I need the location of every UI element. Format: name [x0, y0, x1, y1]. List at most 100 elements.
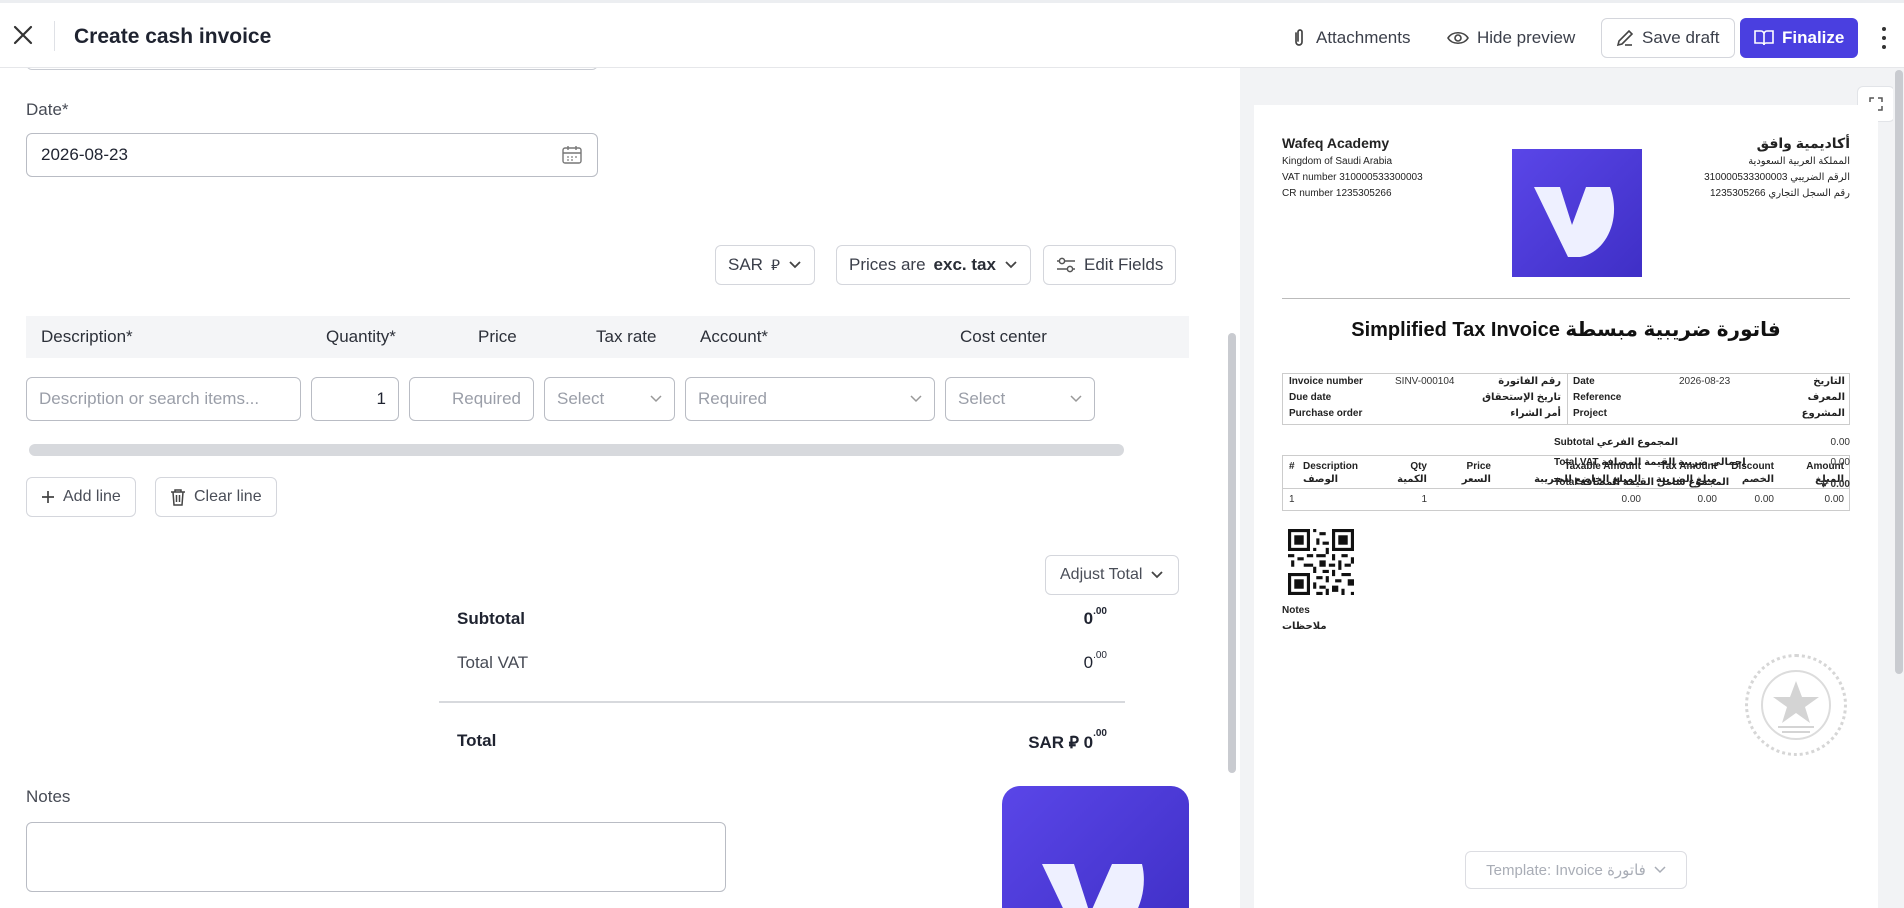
subtotal-label: Subtotal: [457, 609, 525, 628]
line-items-header: Description* Quantity* Price Tax rate Ac…: [26, 316, 1189, 358]
items-col-qty: Qty الكمية: [1397, 461, 1427, 485]
header-rule: [1282, 298, 1850, 299]
account-select[interactable]: Required: [685, 377, 935, 421]
attachments-label: Attachments: [1316, 28, 1411, 47]
item-row-taxable: 0.00: [1621, 494, 1641, 505]
preview-notes: Notes ملاحظات: [1282, 605, 1327, 632]
price-placeholder: Required: [452, 389, 521, 408]
date-value: 2026-08-23: [41, 145, 128, 164]
close-icon: [13, 25, 33, 45]
meta-row-date: Date 2026-08-23 التاريخ: [1573, 376, 1845, 387]
chevron-down-icon: [910, 395, 922, 403]
cr-number-en: CR number 1235305266: [1282, 188, 1392, 199]
seller-info-ar: أكاديمية وافق المملكة العربية السعودية ا…: [1704, 135, 1850, 202]
close-button[interactable]: [10, 22, 36, 48]
add-line-label: Add line: [63, 488, 121, 505]
top-bar: Create cash invoice Attachments Hide pre…: [0, 0, 1904, 68]
vat-label: Total VAT: [457, 653, 529, 672]
total-value: SAR ⃁ 0.00: [1028, 728, 1107, 752]
finalize-button[interactable]: Finalize: [1740, 18, 1859, 58]
item-row-qty: 1: [1421, 494, 1427, 505]
clear-line-button[interactable]: Clear line: [155, 477, 277, 517]
tax-rate-select[interactable]: Select: [544, 377, 675, 421]
date-label: Date*: [26, 100, 69, 119]
add-line-button[interactable]: Add line: [26, 477, 136, 517]
chevron-down-icon: [1070, 395, 1082, 403]
edit-fields-button[interactable]: Edit Fields: [1043, 245, 1177, 285]
wafeq-logo-icon: [1534, 187, 1615, 257]
chevron-down-icon: [1654, 866, 1666, 874]
draft-icon: [1616, 29, 1634, 47]
meta-row-due-date: Due date تاريخ الإستحقاق: [1289, 392, 1561, 403]
item-row-amount: 0.00: [1824, 494, 1844, 505]
prices-tax-select[interactable]: Prices are exc. tax: [836, 245, 1031, 285]
chevron-down-icon: [650, 395, 662, 403]
wafeq-logo-icon: [1042, 864, 1144, 908]
adjust-total-button[interactable]: Adjust Total: [1045, 555, 1180, 595]
column-description: Description*: [41, 327, 133, 346]
chevron-down-icon: [1005, 261, 1017, 269]
description-placeholder: Description or search items...: [39, 389, 260, 408]
save-draft-button[interactable]: Save draft: [1601, 18, 1735, 58]
meta-row-project: Project المشروع: [1573, 408, 1845, 419]
horizontal-scrollbar[interactable]: [29, 444, 1124, 456]
book-icon: [1754, 30, 1774, 46]
cost-center-placeholder: Select: [958, 389, 1006, 408]
sliders-icon: [1057, 257, 1075, 273]
seller-info-en: Wafeq Academy Kingdom of Saudi Arabia VA…: [1282, 135, 1423, 202]
calendar-icon[interactable]: [561, 145, 583, 165]
column-cost-center: Cost center: [960, 327, 1047, 346]
item-row-num: 1: [1289, 494, 1295, 505]
kebab-icon[interactable]: [1880, 27, 1888, 49]
items-col-price: Price السعر: [1461, 461, 1491, 485]
quantity-value: 1: [376, 389, 386, 408]
vat-number-ar: الرقم الضريبي 310000533300003: [1704, 172, 1850, 183]
chevron-down-icon: [1151, 571, 1164, 579]
notes-textarea[interactable]: [26, 822, 726, 892]
finalize-label: Finalize: [1782, 28, 1845, 47]
item-row-discount: 0.00: [1754, 494, 1774, 505]
eye-icon: [1447, 31, 1469, 45]
invoice-title: Simplified Tax Invoice فاتورة ضريبية مبس…: [1351, 319, 1781, 341]
attachments-button[interactable]: Attachments: [1290, 18, 1411, 58]
items-col-description: Description الوصف: [1303, 461, 1359, 485]
preview-logo: [1512, 149, 1642, 277]
invoice-meta-table: Invoice number SINV-000104 رقم الفاتورة …: [1282, 373, 1850, 425]
previous-field[interactable]: [26, 68, 598, 70]
account-placeholder: Required: [698, 389, 767, 408]
price-input[interactable]: Required: [409, 377, 534, 421]
save-draft-label: Save draft: [1642, 28, 1720, 47]
company-name-ar: أكاديمية وافق: [1756, 135, 1850, 151]
paperclip-icon: [1295, 29, 1303, 46]
column-tax-rate: Tax rate: [596, 327, 657, 346]
total-divider: [439, 701, 1125, 703]
star-stamp-icon: [1745, 654, 1847, 756]
invoice-form: Date* 2026-08-23 SAR ⃁ Prices are exc. t…: [0, 68, 1240, 908]
quantity-input[interactable]: 1: [311, 377, 399, 421]
column-quantity: Quantity*: [326, 327, 396, 346]
date-field[interactable]: 2026-08-23: [26, 133, 598, 177]
hide-preview-button[interactable]: Hide preview: [1447, 18, 1575, 58]
item-row-tax: 0.00: [1697, 494, 1717, 505]
cost-center-select[interactable]: Select: [945, 377, 1095, 421]
edit-fields-label: Edit Fields: [1084, 255, 1164, 274]
meta-row-invoice-number: Invoice number SINV-000104 رقم الفاتورة: [1289, 376, 1561, 387]
template-label: Template: Invoice فاتورة: [1486, 862, 1646, 879]
company-logo: [1002, 786, 1189, 908]
prices-mode: exc. tax: [933, 255, 996, 274]
page-title: Create cash invoice: [74, 25, 272, 48]
country-ar: المملكة العربية السعودية: [1748, 156, 1850, 167]
preview-scrollbar[interactable]: [1895, 70, 1903, 674]
form-scrollbar[interactable]: [1228, 333, 1236, 773]
trash-icon: [171, 489, 185, 506]
template-select[interactable]: Template: Invoice فاتورة: [1465, 851, 1687, 889]
description-input[interactable]: Description or search items...: [26, 377, 301, 421]
column-price: Price: [478, 327, 517, 346]
currency-label: SAR: [728, 255, 763, 274]
currency-select[interactable]: SAR ⃁: [715, 245, 815, 285]
total-label: Total: [457, 731, 497, 750]
cr-number-ar: رقم السجل التجاري 1235305266: [1710, 188, 1850, 199]
notes-label: Notes: [26, 787, 71, 806]
meta-row-reference: Reference المعرف: [1573, 392, 1845, 403]
tax-rate-placeholder: Select: [557, 389, 605, 408]
